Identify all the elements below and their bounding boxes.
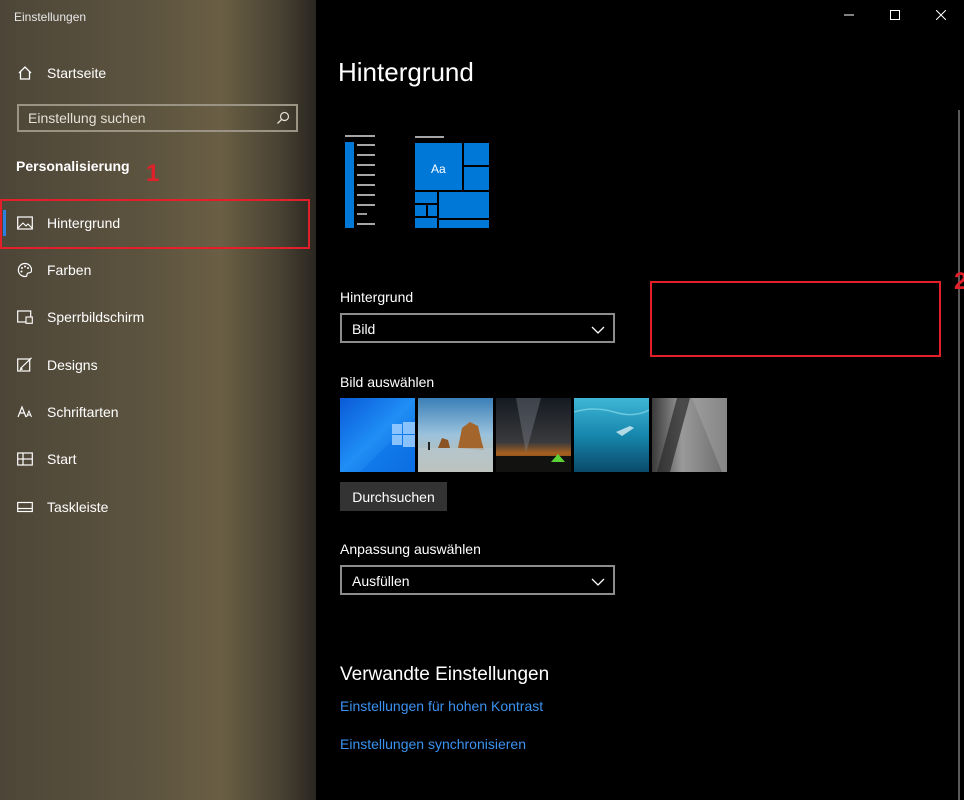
minimize-icon bbox=[844, 7, 854, 25]
highlight-box-1 bbox=[0, 199, 310, 249]
sidebar: Einstellungen Startseite Personalisierun… bbox=[0, 0, 316, 800]
home-icon bbox=[16, 64, 34, 82]
thumbnail-night-sky[interactable] bbox=[496, 398, 571, 472]
sync-settings-link[interactable]: Einstellungen synchronisieren bbox=[340, 736, 526, 752]
sidebar-item-label: Start bbox=[47, 451, 77, 467]
sidebar-item-label: Schriftarten bbox=[47, 404, 119, 420]
sidebar-item-start[interactable]: Start bbox=[0, 439, 316, 479]
close-icon bbox=[935, 7, 947, 25]
background-dropdown-value: Bild bbox=[352, 321, 376, 337]
section-title: Personalisierung bbox=[16, 158, 130, 174]
preview-graphic bbox=[345, 135, 489, 228]
search-box[interactable] bbox=[17, 104, 298, 132]
sidebar-item-farben[interactable]: Farben bbox=[0, 250, 316, 290]
taskbar-icon bbox=[16, 498, 34, 516]
thumbnail-underwater[interactable] bbox=[574, 398, 649, 472]
sidebar-item-taskleiste[interactable]: Taskleiste bbox=[0, 487, 316, 527]
scrollbar[interactable] bbox=[958, 110, 960, 800]
fit-label: Anpassung auswählen bbox=[340, 541, 481, 557]
choose-image-label: Bild auswählen bbox=[340, 374, 435, 390]
background-dropdown[interactable]: Bild bbox=[340, 313, 615, 343]
background-label: Hintergrund bbox=[340, 289, 414, 305]
home-button[interactable]: Startseite bbox=[0, 53, 316, 93]
search-icon[interactable] bbox=[276, 111, 290, 125]
fit-dropdown[interactable]: Ausfüllen bbox=[340, 565, 615, 595]
thumbnail-windows[interactable] bbox=[340, 398, 415, 472]
maximize-icon bbox=[890, 7, 900, 25]
sidebar-item-sperrbildschirm[interactable]: Sperrbildschirm bbox=[0, 297, 316, 337]
maximize-button[interactable] bbox=[872, 0, 918, 32]
sidebar-item-label: Designs bbox=[47, 357, 98, 373]
home-label: Startseite bbox=[47, 65, 107, 81]
palette-icon bbox=[16, 261, 34, 279]
lock-screen-icon bbox=[16, 308, 34, 326]
thumbnail-rock[interactable] bbox=[652, 398, 727, 472]
sidebar-item-label: Farben bbox=[47, 262, 92, 278]
page-title: Hintergrund bbox=[338, 57, 474, 87]
sidebar-item-schriftarten[interactable]: Schriftarten bbox=[0, 392, 316, 432]
start-icon bbox=[16, 450, 34, 468]
thumbnail-beach[interactable] bbox=[418, 398, 493, 472]
main-content: Hintergrund Aa 2 Hintergrund Bild Bild a… bbox=[316, 0, 964, 800]
designs-icon bbox=[16, 356, 34, 374]
chevron-down-icon bbox=[591, 322, 605, 340]
sidebar-item-designs[interactable]: Designs bbox=[0, 345, 316, 385]
annotation-2: 2 bbox=[954, 268, 964, 295]
image-thumbnails bbox=[340, 398, 727, 472]
sidebar-item-label: Sperrbildschirm bbox=[47, 309, 145, 325]
high-contrast-link[interactable]: Einstellungen für hohen Kontrast bbox=[340, 698, 543, 714]
related-settings-title: Verwandte Einstellungen bbox=[340, 664, 550, 685]
minimize-button[interactable] bbox=[826, 0, 872, 32]
sidebar-item-label: Taskleiste bbox=[47, 499, 109, 515]
chevron-down-icon bbox=[591, 574, 605, 592]
fit-dropdown-value: Ausfüllen bbox=[352, 573, 410, 589]
highlight-box-2 bbox=[650, 281, 941, 357]
close-button[interactable] bbox=[918, 0, 964, 32]
fonts-icon bbox=[16, 403, 34, 421]
browse-button[interactable]: Durchsuchen bbox=[340, 482, 447, 511]
preview-text: Aa bbox=[431, 162, 446, 176]
search-input[interactable] bbox=[19, 106, 278, 130]
annotation-1: 1 bbox=[146, 160, 160, 187]
app-title: Einstellungen bbox=[14, 10, 87, 24]
